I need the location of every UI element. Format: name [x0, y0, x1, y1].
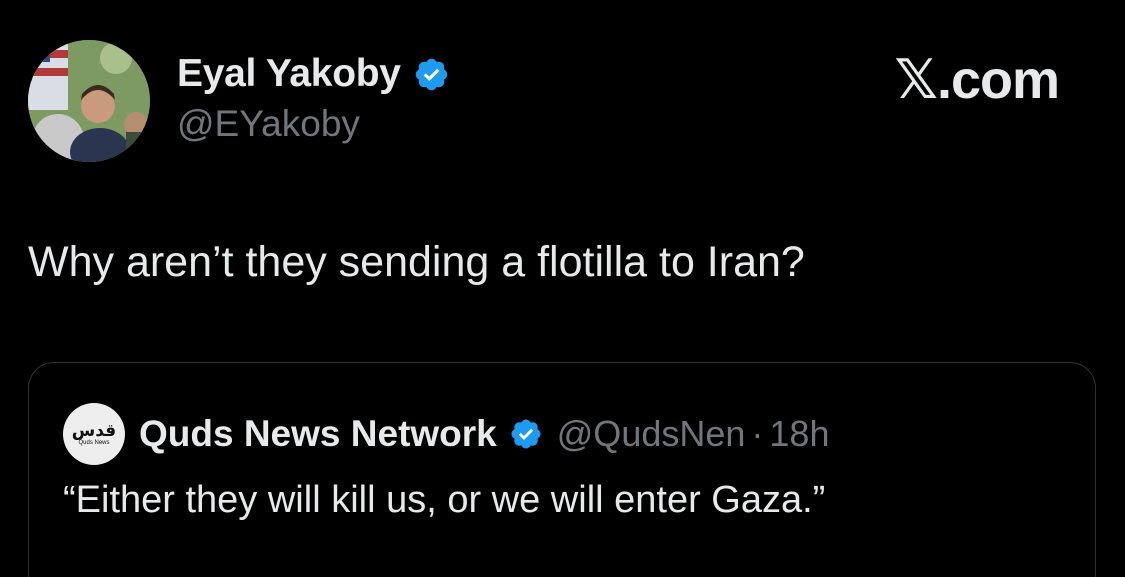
verified-badge-icon [415, 58, 447, 90]
quds-news-logo-icon[interactable]: قدس Quds News [63, 403, 125, 465]
quoted-tweet-header: قدس Quds News Quds News Network @QudsNen… [63, 403, 829, 465]
quoted-tweet-text: “Either they will kill us, or we will en… [63, 479, 826, 521]
logo-glyph: قدس [71, 420, 117, 440]
avatar-photo [28, 40, 150, 162]
author-avatar[interactable] [28, 40, 150, 162]
author-name[interactable]: Eyal Yakoby [177, 52, 401, 96]
x-logo: 𝕏.com [894, 50, 1060, 110]
separator-dot: · [751, 413, 764, 454]
tweet-text: Why aren’t they sending a flotilla to Ir… [28, 238, 805, 286]
quoted-verified-badge-icon [511, 419, 541, 449]
author-header: Eyal Yakoby [177, 52, 450, 96]
quoted-author-handle[interactable]: @QudsNen [557, 413, 746, 455]
logo-caption: Quds News [78, 439, 110, 446]
author-handle[interactable]: @EYakoby [177, 103, 360, 145]
quoted-tweet-card[interactable]: قدس Quds News Quds News Network @QudsNen… [28, 362, 1096, 577]
quoted-timestamp[interactable]: 18h [769, 413, 829, 455]
quoted-author-name[interactable]: Quds News Network [139, 413, 497, 455]
